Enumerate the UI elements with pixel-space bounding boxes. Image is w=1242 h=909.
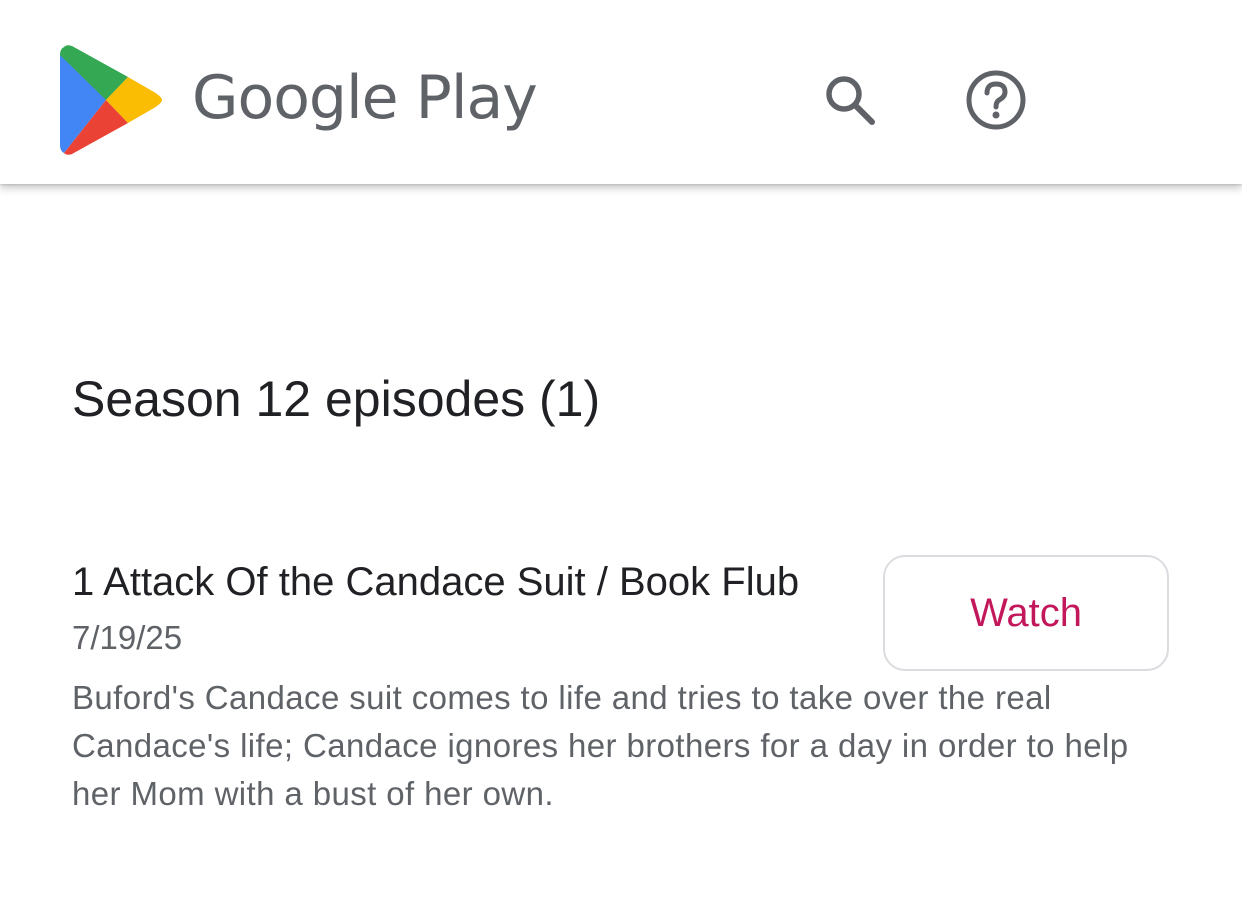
search-icon <box>826 76 875 125</box>
help-button[interactable] <box>960 64 1032 136</box>
season-title: Season 12 episodes (1) <box>72 371 601 427</box>
episode-list-page: Google Play Season 12 episodes (1) 1 Att… <box>0 0 1242 909</box>
brand-name: Google Play <box>192 63 538 133</box>
help-circle-icon <box>966 70 1026 130</box>
episode-title[interactable]: 1 Attack Of the Candace Suit / Book Flub <box>72 556 799 608</box>
watch-button[interactable]: Watch <box>883 555 1169 671</box>
episode-description: Buford's Candace suit comes to life and … <box>72 679 1129 812</box>
google-play-logo-icon[interactable] <box>58 43 162 157</box>
episode-date: 7/19/25 <box>72 619 183 656</box>
app-header: Google Play <box>0 0 1242 184</box>
search-button[interactable] <box>814 64 886 136</box>
